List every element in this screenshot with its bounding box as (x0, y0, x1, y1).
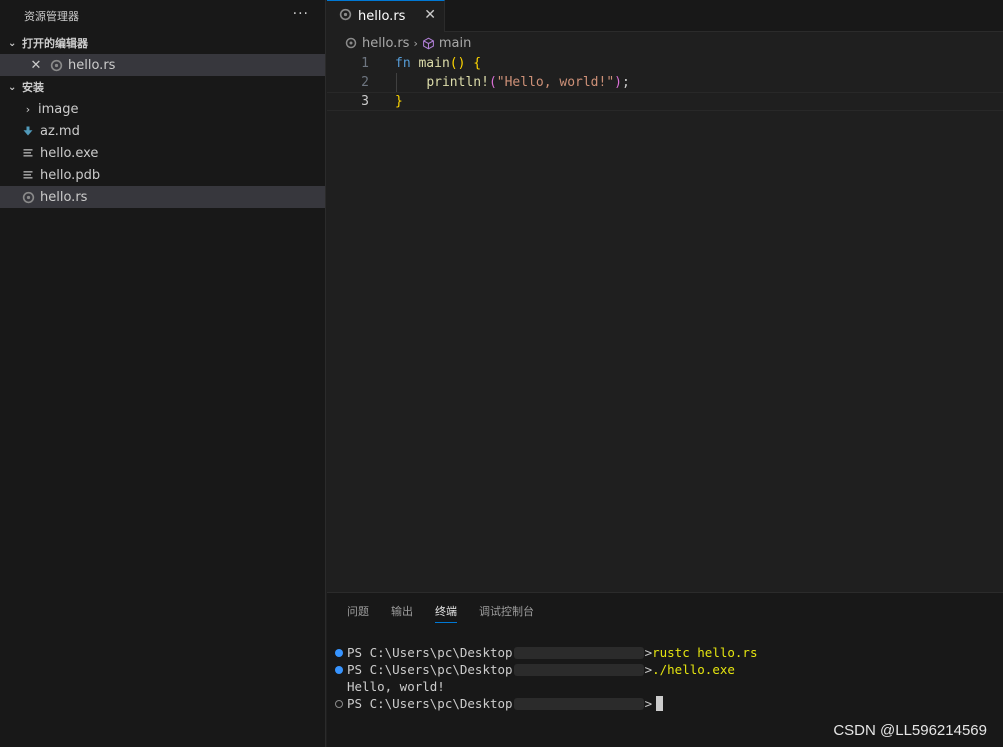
string-token: "Hello, world!" (496, 75, 615, 90)
terminal-prompt: PS C:\Users\pc\Desktop (347, 645, 513, 660)
terminal-line: PS C:\Users\pc\Desktop > rustc hello.rs (327, 644, 1003, 661)
chevron-right-icon: › (413, 36, 418, 50)
terminal-output: Hello, world! (347, 679, 445, 694)
parens-token: () (449, 56, 466, 71)
tree-item-image-folder[interactable]: › image (0, 98, 325, 120)
explorer-sidebar: 资源管理器 ··· ⌄ 打开的编辑器 ✕ hello.rs ⌄ 安装 › ima… (0, 0, 326, 747)
watermark: CSDN @LL596214569 (833, 722, 987, 739)
tree-item-label: hello.pdb (40, 167, 101, 183)
code-text: fn main() { (395, 56, 481, 71)
paren-token: ) (614, 75, 622, 90)
tree-item-az-md[interactable]: az.md (0, 120, 325, 142)
tab-debug-console[interactable]: 调试控制台 (479, 593, 534, 628)
terminal-command: rustc hello.rs (652, 645, 758, 660)
code-text: println!("Hello, world!"); (395, 75, 630, 90)
rust-file-icon (20, 189, 36, 205)
chevron-down-icon: ⌄ (8, 37, 17, 49)
macro-token: println! (426, 75, 489, 90)
tree-item-label: hello.exe (40, 145, 99, 161)
terminal[interactable]: PS C:\Users\pc\Desktop > rustc hello.rs P… (327, 628, 1003, 712)
brace-token: { (473, 56, 482, 71)
code-line-3[interactable]: 3 } (327, 92, 1003, 111)
close-icon[interactable]: ✕ (424, 7, 436, 23)
line-number: 2 (361, 75, 369, 90)
code-line-2[interactable]: 2 println!("Hello, world!"); (327, 73, 1003, 92)
explorer-header: 资源管理器 ··· (0, 0, 325, 32)
redacted-path (513, 663, 644, 676)
tree-item-label: image (38, 101, 79, 117)
redacted-path (513, 646, 644, 659)
terminal-line: PS C:\Users\pc\Desktop > (327, 695, 1003, 712)
terminal-prompt-end: > (644, 662, 653, 677)
tree-item-hello-exe[interactable]: hello.exe (0, 142, 325, 164)
terminal-command: ./hello.exe (652, 662, 735, 677)
tab-output[interactable]: 输出 (391, 593, 413, 628)
code-text: } (395, 94, 403, 109)
breadcrumb-symbol[interactable]: main (439, 36, 471, 51)
chevron-right-icon: › (25, 102, 31, 116)
symbol-method-icon (422, 37, 435, 50)
chevron-down-icon: ⌄ (8, 81, 17, 93)
terminal-prompt-end: > (644, 645, 653, 660)
rust-file-icon (48, 57, 64, 73)
terminal-cursor (656, 696, 664, 711)
tree-item-label: hello.rs (40, 189, 88, 205)
terminal-prompt: PS C:\Users\pc\Desktop (347, 662, 513, 677)
tree-item-label: az.md (40, 123, 80, 139)
folder-title: 安装 (22, 81, 44, 94)
tab-hello-rs[interactable]: hello.rs ✕ (327, 0, 445, 32)
redacted-path (513, 697, 644, 710)
paren-token: ( (488, 75, 497, 90)
command-success-icon[interactable] (335, 648, 343, 657)
open-editors-title: 打开的编辑器 (22, 37, 88, 50)
semicolon-token: ; (622, 75, 630, 90)
brace-token: } (395, 94, 403, 109)
close-icon[interactable]: ✕ (28, 58, 44, 73)
open-editors-section[interactable]: ⌄ 打开的编辑器 (0, 32, 325, 54)
more-actions-icon[interactable]: ··· (293, 6, 309, 22)
terminal-prompt: PS C:\Users\pc\Desktop (347, 696, 513, 711)
code-editor[interactable]: 1 fn main() { 2 println!("Hello, world!"… (327, 54, 1003, 584)
panel-tabs: 问题 输出 终端 调试控制台 (327, 593, 1003, 628)
folder-section[interactable]: ⌄ 安装 (0, 76, 325, 98)
rust-file-icon (345, 37, 357, 49)
breadcrumb: hello.rs › main (327, 32, 1003, 54)
tree-item-hello-pdb[interactable]: hello.pdb (0, 164, 325, 186)
tree-item-hello-rs[interactable]: hello.rs (0, 186, 325, 208)
markdown-file-icon (20, 123, 36, 139)
editor-area: hello.rs ✕ hello.rs › main 1 fn main() {… (327, 0, 1003, 747)
rust-file-icon (339, 8, 352, 25)
explorer-title: 资源管理器 (24, 10, 79, 23)
line-number: 3 (361, 94, 369, 109)
bottom-panel: 问题 输出 终端 调试控制台 PS C:\Users\pc\Desktop > r… (327, 592, 1003, 747)
tab-terminal[interactable]: 终端 (435, 593, 457, 628)
terminal-line: Hello, world! (327, 678, 1003, 695)
command-pending-icon (335, 699, 343, 708)
command-success-icon[interactable] (335, 665, 343, 674)
text-file-icon (20, 167, 36, 183)
terminal-prompt-end: > (644, 696, 653, 711)
function-name-token: main (418, 56, 450, 71)
tab-label: hello.rs (358, 9, 406, 24)
text-file-icon (20, 145, 36, 161)
tab-problems[interactable]: 问题 (347, 593, 369, 628)
code-line-1[interactable]: 1 fn main() { (327, 54, 1003, 73)
keyword-token: fn (395, 56, 411, 71)
open-editor-label: hello.rs (68, 57, 116, 73)
line-number: 1 (361, 56, 369, 71)
terminal-line: PS C:\Users\pc\Desktop > ./hello.exe (327, 661, 1003, 678)
tab-bar: hello.rs ✕ (327, 0, 1003, 32)
breadcrumb-file[interactable]: hello.rs (362, 36, 409, 51)
open-editor-item-hello-rs[interactable]: ✕ hello.rs (0, 54, 325, 76)
